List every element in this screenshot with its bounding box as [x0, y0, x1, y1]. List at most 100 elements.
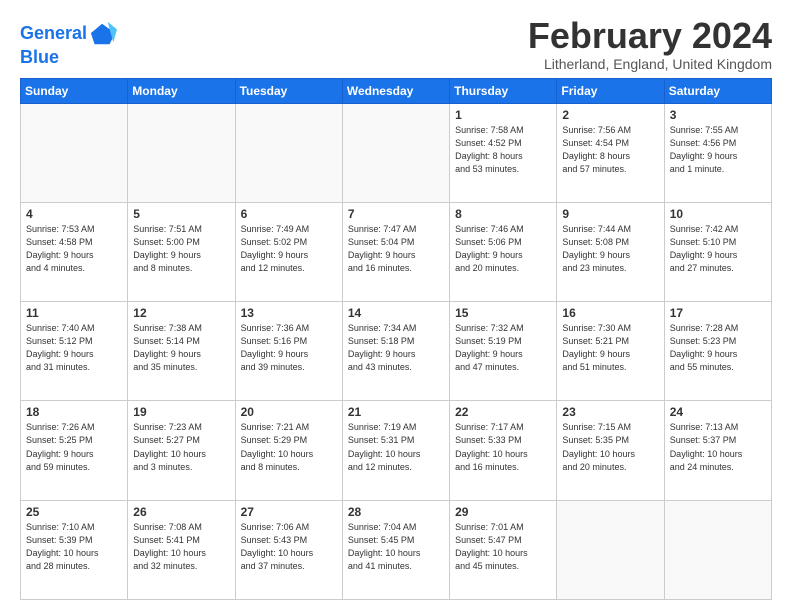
calendar-cell-w2-d6: 10 Sunrise: 7:42 AM Sunset: 5:10 PM Dayli…	[664, 202, 771, 301]
calendar-cell-w1-d6: 3 Sunrise: 7:55 AM Sunset: 4:56 PM Daylig…	[664, 103, 771, 202]
calendar-cell-w3-d6: 17 Sunrise: 7:28 AM Sunset: 5:23 PM Dayli…	[664, 302, 771, 401]
calendar-cell-w3-d2: 13 Sunrise: 7:36 AM Sunset: 5:16 PM Dayli…	[235, 302, 342, 401]
day-number: 21	[348, 405, 444, 419]
day-info: Sunrise: 7:58 AM Sunset: 4:52 PM Dayligh…	[455, 124, 551, 176]
day-number: 11	[26, 306, 122, 320]
day-info: Sunrise: 7:15 AM Sunset: 5:35 PM Dayligh…	[562, 421, 658, 473]
calendar-cell-w5-d4: 29Sunrise: 7:01 AM Sunset: 5:47 PM Dayli…	[450, 500, 557, 599]
day-info: Sunrise: 7:04 AM Sunset: 5:45 PM Dayligh…	[348, 521, 444, 573]
day-info: Sunrise: 7:49 AM Sunset: 5:02 PM Dayligh…	[241, 223, 337, 275]
calendar-table: Sunday Monday Tuesday Wednesday Thursday…	[20, 78, 772, 600]
day-info: Sunrise: 7:06 AM Sunset: 5:43 PM Dayligh…	[241, 521, 337, 573]
day-number: 23	[562, 405, 658, 419]
day-info: Sunrise: 7:51 AM Sunset: 5:00 PM Dayligh…	[133, 223, 229, 275]
day-info: Sunrise: 7:47 AM Sunset: 5:04 PM Dayligh…	[348, 223, 444, 275]
day-info: Sunrise: 7:38 AM Sunset: 5:14 PM Dayligh…	[133, 322, 229, 374]
calendar-cell-w3-d3: 14 Sunrise: 7:34 AM Sunset: 5:18 PM Dayli…	[342, 302, 449, 401]
day-number: 14	[348, 306, 444, 320]
calendar-cell-w2-d1: 5 Sunrise: 7:51 AM Sunset: 5:00 PM Daylig…	[128, 202, 235, 301]
day-info: Sunrise: 7:55 AM Sunset: 4:56 PM Dayligh…	[670, 124, 766, 176]
day-info: Sunrise: 7:40 AM Sunset: 5:12 PM Dayligh…	[26, 322, 122, 374]
title-block: February 2024 Litherland, England, Unite…	[528, 16, 772, 72]
day-number: 24	[670, 405, 766, 419]
day-number: 5	[133, 207, 229, 221]
calendar-cell-w1-d4: 1 Sunrise: 7:58 AM Sunset: 4:52 PM Daylig…	[450, 103, 557, 202]
day-number: 13	[241, 306, 337, 320]
col-tuesday: Tuesday	[235, 78, 342, 103]
calendar-cell-w4-d2: 20 Sunrise: 7:21 AM Sunset: 5:29 PM Dayli…	[235, 401, 342, 500]
calendar-cell-w2-d3: 7 Sunrise: 7:47 AM Sunset: 5:04 PM Daylig…	[342, 202, 449, 301]
calendar-cell-w1-d0	[21, 103, 128, 202]
calendar-cell-w2-d0: 4 Sunrise: 7:53 AM Sunset: 4:58 PM Daylig…	[21, 202, 128, 301]
col-thursday: Thursday	[450, 78, 557, 103]
calendar-cell-w3-d4: 15 Sunrise: 7:32 AM Sunset: 5:19 PM Dayli…	[450, 302, 557, 401]
calendar-cell-w4-d5: 23 Sunrise: 7:15 AM Sunset: 5:35 PM Dayli…	[557, 401, 664, 500]
day-info: Sunrise: 7:30 AM Sunset: 5:21 PM Dayligh…	[562, 322, 658, 374]
col-monday: Monday	[128, 78, 235, 103]
calendar-cell-w5-d5	[557, 500, 664, 599]
day-info: Sunrise: 7:17 AM Sunset: 5:33 PM Dayligh…	[455, 421, 551, 473]
calendar-cell-w5-d0: 25Sunrise: 7:10 AM Sunset: 5:39 PM Dayli…	[21, 500, 128, 599]
calendar-cell-w2-d2: 6 Sunrise: 7:49 AM Sunset: 5:02 PM Daylig…	[235, 202, 342, 301]
day-info: Sunrise: 7:46 AM Sunset: 5:06 PM Dayligh…	[455, 223, 551, 275]
calendar-cell-w2-d4: 8 Sunrise: 7:46 AM Sunset: 5:06 PM Daylig…	[450, 202, 557, 301]
week-row-3: 11 Sunrise: 7:40 AM Sunset: 5:12 PM Dayli…	[21, 302, 772, 401]
logo: General Blue	[20, 20, 117, 68]
header: General Blue February 2024 Litherland, E…	[20, 16, 772, 72]
week-row-2: 4 Sunrise: 7:53 AM Sunset: 4:58 PM Daylig…	[21, 202, 772, 301]
day-number: 4	[26, 207, 122, 221]
day-info: Sunrise: 7:34 AM Sunset: 5:18 PM Dayligh…	[348, 322, 444, 374]
calendar-cell-w5-d6	[664, 500, 771, 599]
calendar-cell-w5-d3: 28 Sunrise: 7:04 AM Sunset: 5:45 PM Dayli…	[342, 500, 449, 599]
calendar-header-row: Sunday Monday Tuesday Wednesday Thursday…	[21, 78, 772, 103]
calendar-cell-w4-d1: 19 Sunrise: 7:23 AM Sunset: 5:27 PM Dayli…	[128, 401, 235, 500]
day-info: Sunrise: 7:26 AM Sunset: 5:25 PM Dayligh…	[26, 421, 122, 473]
day-info: Sunrise: 7:36 AM Sunset: 5:16 PM Dayligh…	[241, 322, 337, 374]
day-number: 19	[133, 405, 229, 419]
day-number: 27	[241, 505, 337, 519]
day-number: 17	[670, 306, 766, 320]
calendar-cell-w1-d5: 2Sunrise: 7:56 AM Sunset: 4:54 PM Daylig…	[557, 103, 664, 202]
day-info: Sunrise: 7:53 AM Sunset: 4:58 PM Dayligh…	[26, 223, 122, 275]
day-number: 3	[670, 108, 766, 122]
col-sunday: Sunday	[21, 78, 128, 103]
day-info: Sunrise: 7:21 AM Sunset: 5:29 PM Dayligh…	[241, 421, 337, 473]
calendar-cell-w4-d4: 22Sunrise: 7:17 AM Sunset: 5:33 PM Dayli…	[450, 401, 557, 500]
day-number: 1	[455, 108, 551, 122]
day-number: 28	[348, 505, 444, 519]
col-friday: Friday	[557, 78, 664, 103]
day-number: 9	[562, 207, 658, 221]
logo-subtext: Blue	[20, 48, 117, 68]
day-info: Sunrise: 7:23 AM Sunset: 5:27 PM Dayligh…	[133, 421, 229, 473]
day-info: Sunrise: 7:08 AM Sunset: 5:41 PM Dayligh…	[133, 521, 229, 573]
calendar-cell-w4-d3: 21 Sunrise: 7:19 AM Sunset: 5:31 PM Dayli…	[342, 401, 449, 500]
calendar-cell-w1-d2	[235, 103, 342, 202]
day-number: 26	[133, 505, 229, 519]
week-row-5: 25Sunrise: 7:10 AM Sunset: 5:39 PM Dayli…	[21, 500, 772, 599]
day-number: 10	[670, 207, 766, 221]
calendar-cell-w4-d0: 18 Sunrise: 7:26 AM Sunset: 5:25 PM Dayli…	[21, 401, 128, 500]
day-info: Sunrise: 7:44 AM Sunset: 5:08 PM Dayligh…	[562, 223, 658, 275]
logo-text: General	[20, 24, 87, 44]
day-number: 20	[241, 405, 337, 419]
calendar-cell-w3-d0: 11 Sunrise: 7:40 AM Sunset: 5:12 PM Dayli…	[21, 302, 128, 401]
day-info: Sunrise: 7:42 AM Sunset: 5:10 PM Dayligh…	[670, 223, 766, 275]
calendar-cell-w1-d1	[128, 103, 235, 202]
day-info: Sunrise: 7:19 AM Sunset: 5:31 PM Dayligh…	[348, 421, 444, 473]
calendar-cell-w4-d6: 24Sunrise: 7:13 AM Sunset: 5:37 PM Dayli…	[664, 401, 771, 500]
day-number: 6	[241, 207, 337, 221]
day-info: Sunrise: 7:01 AM Sunset: 5:47 PM Dayligh…	[455, 521, 551, 573]
day-number: 8	[455, 207, 551, 221]
calendar-cell-w2-d5: 9 Sunrise: 7:44 AM Sunset: 5:08 PM Daylig…	[557, 202, 664, 301]
day-number: 18	[26, 405, 122, 419]
col-wednesday: Wednesday	[342, 78, 449, 103]
day-number: 16	[562, 306, 658, 320]
day-number: 15	[455, 306, 551, 320]
day-info: Sunrise: 7:32 AM Sunset: 5:19 PM Dayligh…	[455, 322, 551, 374]
day-number: 25	[26, 505, 122, 519]
day-number: 7	[348, 207, 444, 221]
calendar-cell-w1-d3	[342, 103, 449, 202]
month-title: February 2024	[528, 16, 772, 56]
day-info: Sunrise: 7:28 AM Sunset: 5:23 PM Dayligh…	[670, 322, 766, 374]
col-saturday: Saturday	[664, 78, 771, 103]
